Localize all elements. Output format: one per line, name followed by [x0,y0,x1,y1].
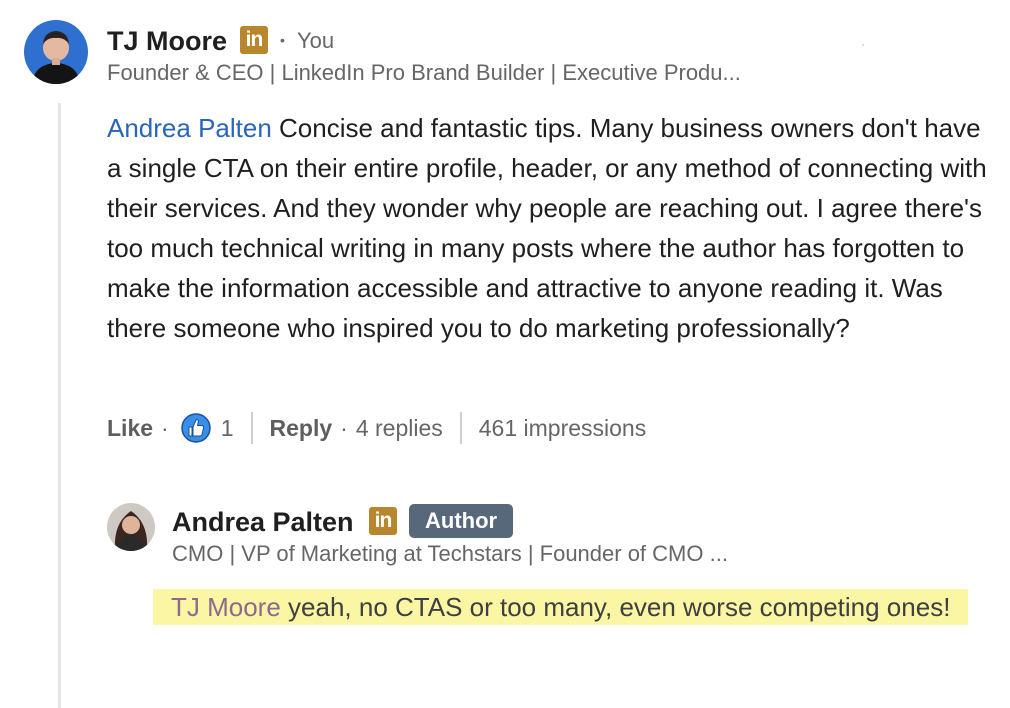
highlighted-reply: TJ Moore yeah, no CTAS or too many, even… [153,589,969,625]
comment-body-text: Concise and fantastic tips. Many busines… [107,113,987,343]
linkedin-icon: in [240,26,268,54]
relation-label: You [297,28,335,53]
divider [250,412,253,444]
comment-text: Andrea Palten Concise and fantastic tips… [107,108,987,348]
reply-author-name[interactable]: Andrea Palten [172,507,354,538]
reply-body-text: yeah, no CTAS or too many, even worse co… [280,592,951,622]
reply-text: TJ Moore yeah, no CTAS or too many, even… [153,587,983,627]
replies-count-link[interactable]: 4 replies [356,415,443,442]
linkedin-icon: in [369,507,397,535]
avatar-andrea-palten[interactable] [107,503,155,551]
impressions-count: 461 impressions [478,414,647,441]
reply-button[interactable]: Reply [270,415,333,442]
avatar-tj-moore[interactable] [24,20,88,84]
speck [862,44,864,46]
separator-dot: • [280,32,285,48]
like-thumb-icon[interactable] [180,413,211,443]
reply-mention-link[interactable]: TJ Moore [171,592,281,622]
comment-author-name[interactable]: TJ Moore [107,26,227,57]
author-tag: Author [409,504,514,538]
like-button[interactable]: Like [107,415,153,442]
separator-dot: · [161,414,169,441]
comment-mention-link[interactable]: Andrea Palten [107,113,272,143]
separator-dot: · [340,414,348,441]
divider [459,412,462,444]
reaction-count[interactable]: 1 [221,415,234,442]
comment-relation: • You [280,28,334,54]
comment-actions: Like · 1 Reply · 4 replies 461 impressio… [107,409,646,447]
reply-author-headline: CMO | VP of Marketing at Techstars | Fou… [172,541,728,566]
thread-line [58,103,61,708]
comment-author-headline: Founder & CEO | LinkedIn Pro Brand Build… [107,60,741,85]
